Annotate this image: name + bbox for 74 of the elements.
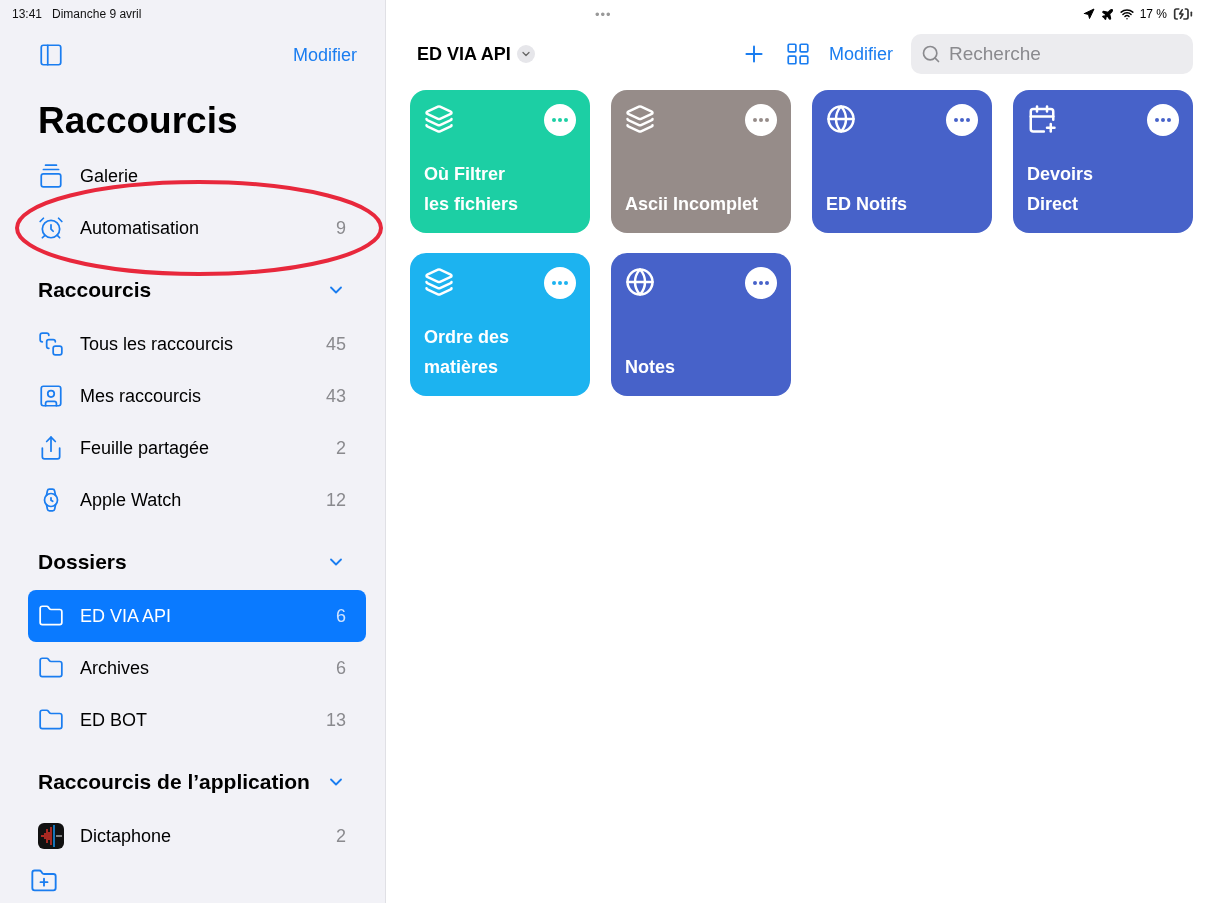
gallery-icon <box>38 163 64 189</box>
section-title: Raccourcis de l’application <box>38 770 310 794</box>
battery-percent: 17 % <box>1139 7 1167 21</box>
section-title: Raccourcis <box>38 278 152 302</box>
folder-icon <box>38 655 64 681</box>
section-header[interactable]: Raccourcis de l’application <box>28 754 366 810</box>
shortcut-title: Notes <box>625 356 676 379</box>
more-button[interactable] <box>946 104 978 136</box>
status-time: 13:41 <box>12 7 43 21</box>
shortcut-title: ED Notifs <box>826 193 908 216</box>
item-count: 2 <box>336 437 346 459</box>
shortcut-title: Ordre des matières <box>424 326 511 379</box>
globe-icon <box>625 267 655 297</box>
clock-icon <box>38 215 64 241</box>
airplane-icon <box>1100 7 1114 21</box>
shortcut-title: Devoirs Direct <box>1027 163 1095 216</box>
share-icon <box>38 435 64 461</box>
location-icon <box>1082 8 1095 20</box>
sidebar-item[interactable]: Apple Watch 12 <box>28 474 366 526</box>
ellipsis-icon <box>753 118 769 122</box>
sidebar-toggle-icon[interactable] <box>38 42 64 68</box>
more-button[interactable] <box>745 104 777 136</box>
layers-icon <box>424 104 454 134</box>
edit-link[interactable]: Modifier <box>292 44 357 66</box>
item-count: 6 <box>336 605 346 627</box>
sidebar-item[interactable]: Mes raccourcis 43 <box>28 370 366 422</box>
sidebar-item[interactable]: ED BOT 13 <box>28 694 366 746</box>
item-count: 45 <box>325 333 346 355</box>
item-count: 6 <box>336 657 346 679</box>
ellipsis-icon <box>954 118 970 122</box>
item-count: 9 <box>336 217 346 239</box>
folder-icon <box>38 707 64 733</box>
shortcut-card[interactable]: Devoirs Direct <box>1013 90 1193 233</box>
section-header[interactable]: Dossiers <box>28 534 366 590</box>
ellipsis-icon <box>552 118 568 122</box>
shortcut-card[interactable]: ED Notifs <box>812 90 992 233</box>
sidebar-item[interactable]: ED VIA API 6 <box>28 590 366 642</box>
shortcut-title: Ascii Incomplet <box>625 193 760 216</box>
more-button[interactable] <box>544 267 576 299</box>
waveform-app-icon <box>38 823 64 849</box>
globe-icon <box>826 104 856 134</box>
shortcut-card[interactable]: Notes <box>611 253 791 396</box>
layers-icon <box>625 104 655 134</box>
ellipsis-icon <box>552 281 568 285</box>
layers-icon <box>424 267 454 297</box>
edit-link[interactable]: Modifier <box>828 43 893 65</box>
item-count: 12 <box>325 489 346 511</box>
folder-menu-button[interactable]: ED VIA API <box>417 43 535 65</box>
grid-icon[interactable] <box>784 41 811 67</box>
sidebar-item[interactable]: Feuille partagée 2 <box>28 422 366 474</box>
sidebar-item[interactable]: Tous les raccourcis 45 <box>28 318 366 370</box>
ellipsis-icon <box>753 281 769 285</box>
stack-icon <box>38 331 64 357</box>
search-input[interactable]: Recherche <box>947 42 1171 66</box>
calendar-plus-icon <box>1027 104 1057 134</box>
page-title: Raccourcis <box>38 99 239 143</box>
sidebar-item[interactable]: Galerie <box>28 150 366 202</box>
more-button[interactable] <box>745 267 777 299</box>
status-date: Dimanche 9 avril <box>52 7 142 21</box>
user-square-icon <box>38 383 64 409</box>
item-count: 13 <box>325 709 346 731</box>
item-count: 2 <box>336 825 346 847</box>
wifi-icon <box>1119 7 1134 21</box>
search-field[interactable]: Recherche <box>911 34 1193 74</box>
shortcut-title: Où Filtrer les fichiers <box>424 163 520 216</box>
folder-icon <box>38 603 64 629</box>
sidebar-item[interactable]: Dictaphone 2 <box>28 810 366 862</box>
section-title: Dossiers <box>38 550 127 574</box>
ellipsis-icon <box>1155 118 1171 122</box>
search-icon <box>921 44 941 64</box>
more-button[interactable] <box>1147 104 1179 136</box>
section-header[interactable]: Raccourcis <box>28 262 366 318</box>
item-count: 43 <box>325 385 346 407</box>
sidebar-item[interactable]: Archives 6 <box>28 642 366 694</box>
